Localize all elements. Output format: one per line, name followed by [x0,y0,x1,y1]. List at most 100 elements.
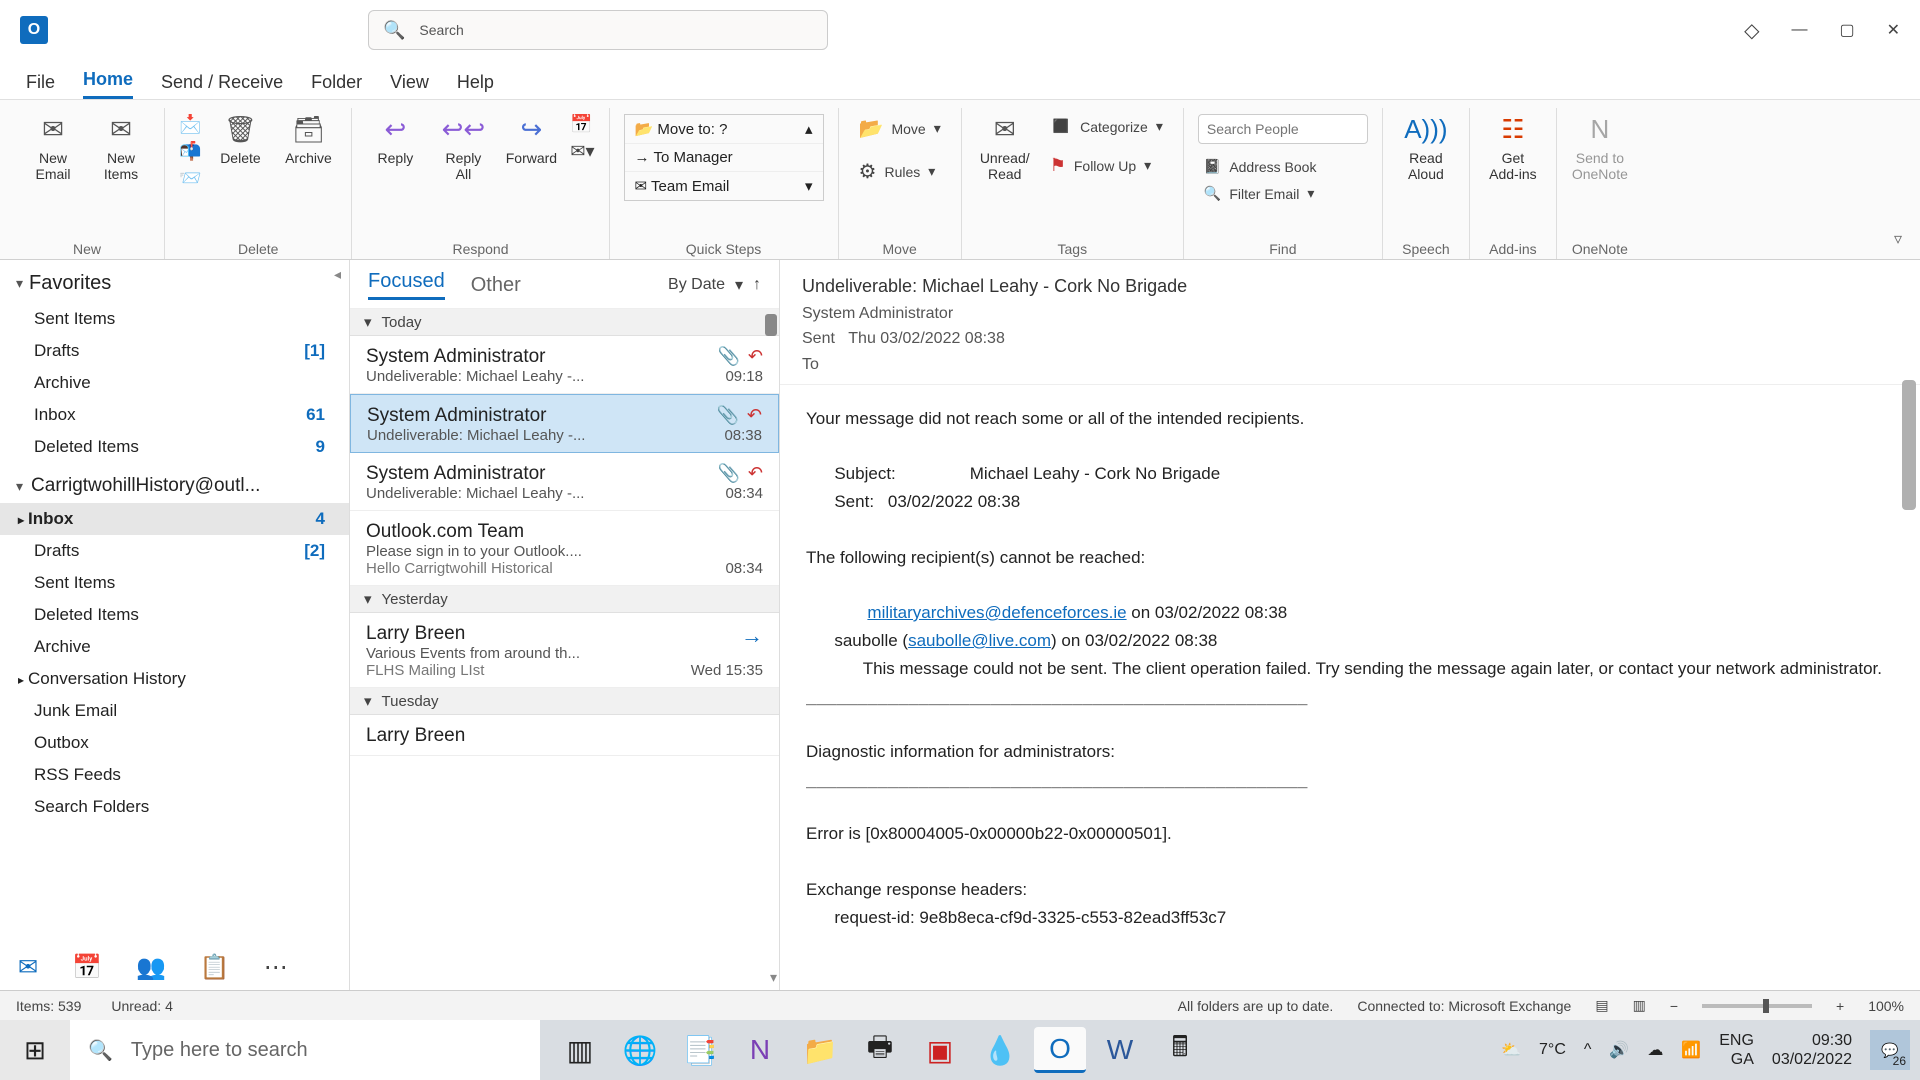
tray-chevron-icon[interactable]: ^ [1584,1041,1592,1059]
edge-icon[interactable]: 🌐 [614,1027,666,1073]
people-nav-icon[interactable]: 👥 [136,953,166,982]
message-item[interactable]: System Administrator Undeliverable: Mich… [350,336,779,394]
sort-direction-icon[interactable]: ↑ [753,276,761,294]
tab-send-receive[interactable]: Send / Receive [161,72,283,99]
language-indicator[interactable]: ENG GA [1719,1031,1754,1069]
zoom-slider[interactable] [1702,1004,1812,1008]
view-reading-icon[interactable]: ▥ [1633,997,1646,1014]
clock[interactable]: 09:30 03/02/2022 [1772,1031,1852,1069]
filter-email-button[interactable]: 🔍Filter Email ▾ [1198,183,1368,204]
mail-nav-icon[interactable]: ✉ [18,953,38,982]
folder-row[interactable]: Sent Items [0,303,349,335]
word-taskbar-icon[interactable]: W [1094,1027,1146,1073]
folder-row[interactable]: RSS Feeds [0,759,349,791]
new-items-button[interactable]: ✉ New Items [92,114,150,182]
folder-row[interactable]: Drafts[2] [0,535,349,567]
forward-button[interactable]: ↪ Forward [502,114,560,166]
delete-button[interactable]: 🗑 Delete [211,114,269,166]
new-email-button[interactable]: ✉ New Email [24,114,82,182]
start-button[interactable]: ⊞ [0,1020,70,1080]
file-explorer-icon[interactable]: 📁 [794,1027,846,1073]
quick-step-to-manager[interactable]: → To Manager [625,144,823,172]
calendar-nav-icon[interactable]: 📅 [72,953,102,982]
rules-button[interactable]: ⚙Rules ▾ [853,157,947,186]
zoom-in-icon[interactable]: + [1836,998,1844,1014]
coming-soon-icon[interactable]: ◇ [1744,18,1759,43]
more-respond-icon[interactable]: ✉▾ [570,141,594,162]
app-icon-3[interactable]: ▣ [914,1027,966,1073]
collapse-folder-pane-icon[interactable]: ◂ [334,266,341,283]
message-item[interactable]: Larry Breen [350,715,779,756]
meeting-icon[interactable]: 📅 [570,114,594,135]
search-people-input[interactable] [1198,114,1368,144]
read-aloud-button[interactable]: A))) Read Aloud [1397,114,1455,182]
clean-up-icon[interactable]: 📬 [179,141,201,162]
sort-by-date[interactable]: By Date ▾ ↑ [668,275,761,295]
notifications-button[interactable]: 💬26 [1870,1030,1910,1070]
quick-step-move-to[interactable]: 📂 Move to: ?▴ [625,115,823,144]
outlook-taskbar-icon[interactable]: O [1034,1027,1086,1073]
message-item[interactable]: Outlook.com Team Please sign in to your … [350,511,779,586]
reading-pane-scrollbar[interactable] [1902,380,1916,510]
categorize-button[interactable]: ◼️Categorize ▾ [1044,114,1169,139]
folder-row[interactable]: Deleted Items [0,599,349,631]
scroll-down-icon[interactable]: ▾ [770,969,777,986]
tab-focused[interactable]: Focused [368,270,445,300]
weather-icon[interactable]: ⛅ [1501,1040,1521,1060]
minimize-button[interactable]: ― [1791,21,1807,39]
wifi-icon[interactable]: 📶 [1681,1040,1701,1060]
reply-button[interactable]: ↩ Reply [366,114,424,166]
follow-up-button[interactable]: ⚑Follow Up ▾ [1044,153,1169,178]
reply-all-button[interactable]: ↩↩ Reply All [434,114,492,182]
move-button[interactable]: 📂Move ▾ [853,114,947,143]
get-addins-button[interactable]: ☷ Get Add-ins [1484,114,1542,182]
folder-row[interactable]: Deleted Items9 [0,431,349,463]
ribbon-collapse-icon[interactable]: ▿ [1894,229,1902,249]
send-to-onenote-button[interactable]: N Send to OneNote [1571,114,1629,182]
folder-row[interactable]: Outbox [0,727,349,759]
message-group-header[interactable]: ▾ Today [350,309,779,336]
app-icon-1[interactable]: 📑 [674,1027,726,1073]
folder-row[interactable]: Archive [0,631,349,663]
folder-row[interactable]: Sent Items [0,567,349,599]
folder-row[interactable]: Drafts[1] [0,335,349,367]
account-header[interactable]: ▾ CarrigtwohillHistory@outl... [0,463,349,503]
onedrive-icon[interactable]: ☁ [1647,1040,1663,1060]
volume-icon[interactable]: 🔊 [1609,1040,1629,1060]
address-book-button[interactable]: 📓Address Book [1198,156,1368,177]
search-box[interactable]: 🔍 Search [368,10,828,50]
message-group-header[interactable]: ▾ Tuesday [350,688,779,715]
quick-step-team-email[interactable]: ✉ Team Email▾ [625,172,823,200]
tab-view[interactable]: View [390,72,429,99]
tab-other[interactable]: Other [471,274,521,297]
favorites-header[interactable]: ▾ Favorites [0,260,349,303]
folder-row[interactable]: Search Folders [0,791,349,823]
taskbar-search[interactable]: 🔍 Type here to search [70,1020,540,1080]
message-group-header[interactable]: ▾ Yesterday [350,586,779,613]
app-icon-2[interactable]: 🖶 [854,1027,906,1073]
view-normal-icon[interactable]: ▤ [1595,997,1608,1014]
recipient-link-2[interactable]: saubolle@live.com [908,631,1051,650]
folder-row[interactable]: Archive [0,367,349,399]
folder-row[interactable]: ▸Conversation History [0,663,349,695]
message-item[interactable]: System Administrator Undeliverable: Mich… [350,453,779,511]
folder-row[interactable]: ▸Inbox4 [0,503,349,535]
tab-home[interactable]: Home [83,69,133,99]
ignore-icon[interactable]: 📩 [179,114,201,135]
unread-read-button[interactable]: ✉ Unread/ Read [976,114,1034,182]
tasks-nav-icon[interactable]: 📋 [200,953,230,982]
junk-icon[interactable]: 📨 [179,168,201,189]
tab-help[interactable]: Help [457,72,494,99]
close-button[interactable]: ✕ [1887,20,1900,40]
folder-row[interactable]: Junk Email [0,695,349,727]
onenote-taskbar-icon[interactable]: N [734,1027,786,1073]
calculator-icon[interactable]: 🖩 [1154,1027,1206,1073]
more-nav-icon[interactable]: ⋯ [264,953,288,982]
message-item[interactable]: Larry Breen Various Events from around t… [350,613,779,688]
folder-row[interactable]: Inbox61 [0,399,349,431]
task-view-icon[interactable]: ▥ [554,1027,606,1073]
message-list-scrollbar[interactable] [765,314,777,336]
app-icon-4[interactable]: 💧 [974,1027,1026,1073]
tab-folder[interactable]: Folder [311,72,362,99]
tab-file[interactable]: File [26,72,55,99]
